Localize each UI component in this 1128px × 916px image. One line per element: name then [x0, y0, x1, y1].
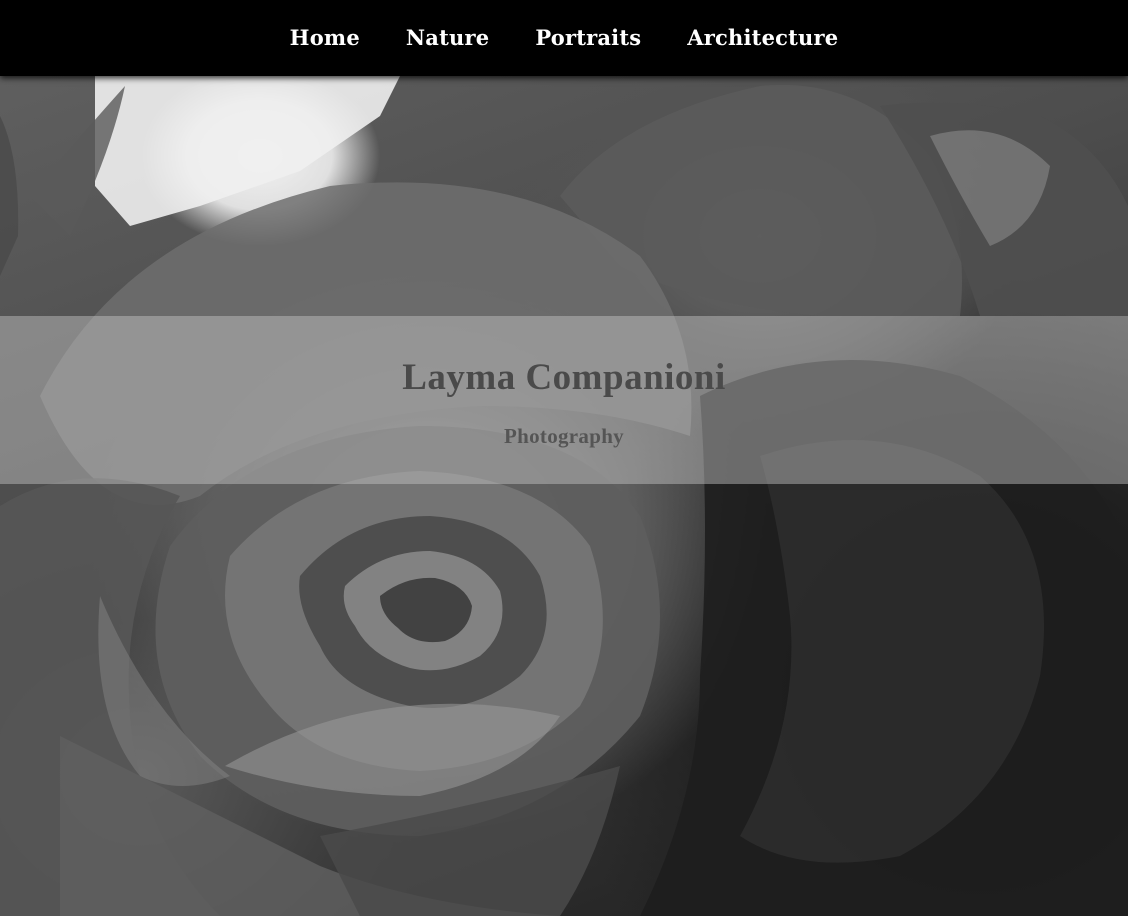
- rose-illustration: [0, 76, 1128, 916]
- title-band: Layma Companioni Photography: [0, 316, 1128, 484]
- site-subtitle: Photography: [504, 424, 624, 448]
- nav-link-nature[interactable]: Nature: [406, 25, 489, 50]
- nav-link-architecture[interactable]: Architecture: [687, 25, 838, 50]
- top-navigation: Home Nature Portraits Architecture: [0, 0, 1128, 76]
- site-title: Layma Companioni: [402, 357, 726, 398]
- nav-item-portraits: Portraits: [535, 25, 641, 50]
- nav-item-architecture: Architecture: [687, 25, 838, 50]
- nav-menu: Home Nature Portraits Architecture: [290, 25, 839, 52]
- nav-item-nature: Nature: [406, 25, 489, 50]
- hero-background-image: [0, 76, 1128, 916]
- nav-link-portraits[interactable]: Portraits: [535, 25, 641, 50]
- nav-link-home[interactable]: Home: [290, 25, 360, 50]
- nav-item-home: Home: [290, 25, 360, 50]
- page: Home Nature Portraits Architecture Layma…: [0, 0, 1128, 916]
